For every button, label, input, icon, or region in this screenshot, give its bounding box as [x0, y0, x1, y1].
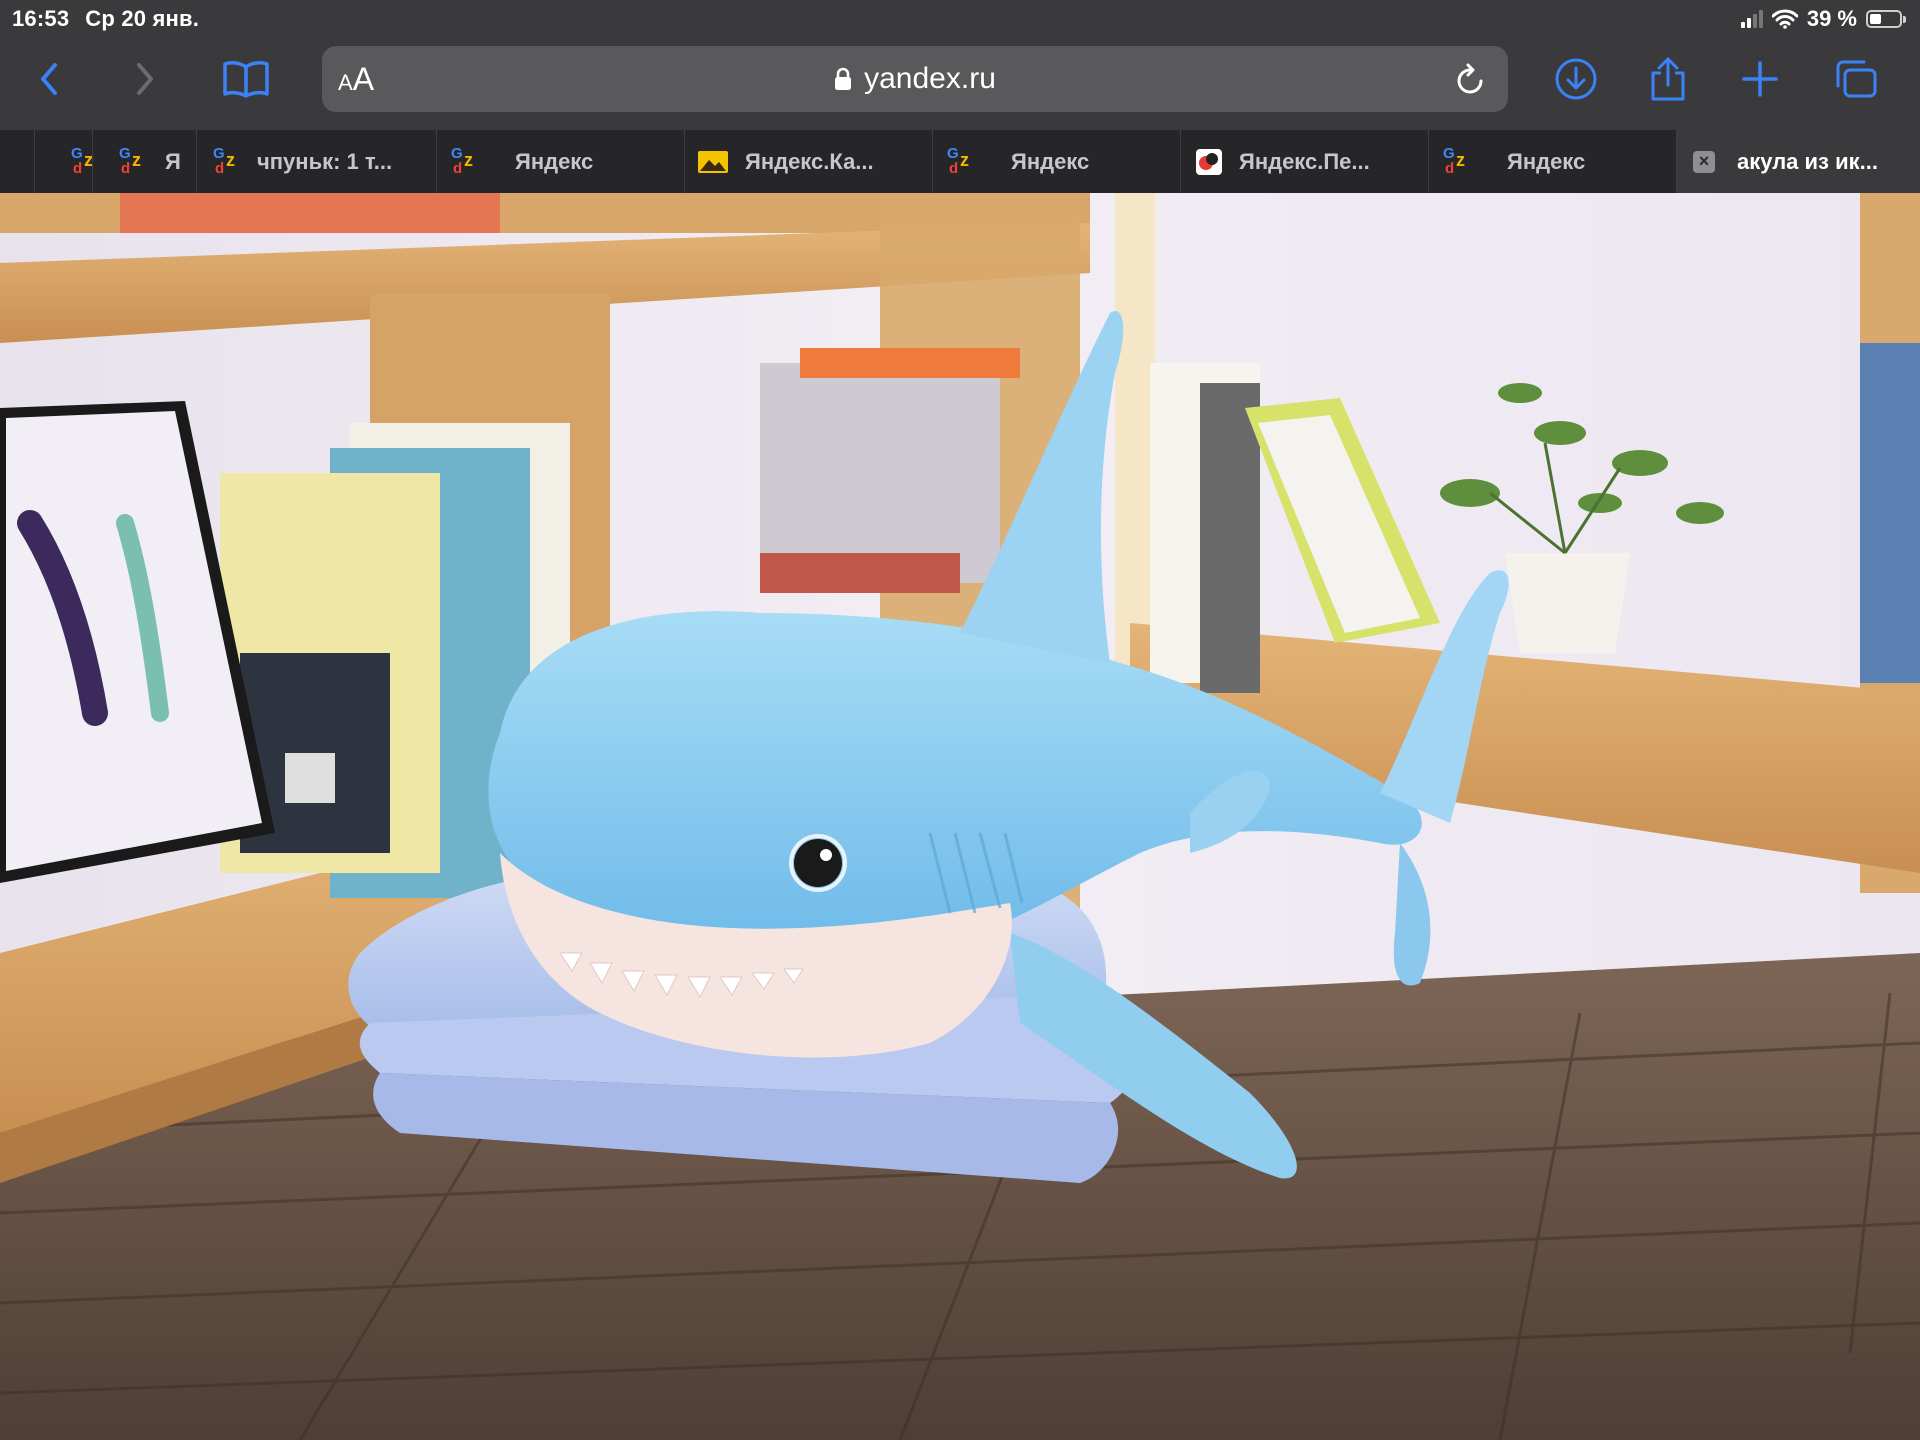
status-left: 16:53 Ср 20 янв.	[12, 6, 199, 32]
lock-icon	[835, 67, 852, 90]
url-text: yandex.ru	[864, 62, 996, 95]
tab-item[interactable]: Gzd чпуньк: 1 т...	[196, 130, 436, 193]
gz-favicon: Gzd	[1443, 144, 1465, 177]
browser-toolbar: AA yandex.ru	[0, 38, 1920, 130]
status-bar: 16:53 Ср 20 янв. 39 %	[0, 0, 1920, 38]
back-button[interactable]	[18, 52, 82, 106]
close-icon[interactable]: ×	[1693, 150, 1715, 173]
tab-label: Яндекс	[1507, 148, 1586, 174]
tab-label: Яндекс	[515, 148, 594, 174]
yandex-translate-favicon	[1196, 148, 1222, 175]
reload-button[interactable]	[1448, 56, 1494, 102]
wifi-icon	[1771, 9, 1798, 29]
share-button[interactable]	[1636, 52, 1700, 106]
bookmarks-icon	[223, 61, 269, 98]
cellular-signal-icon	[1740, 10, 1763, 28]
tab-label: акула из ик...	[1737, 148, 1878, 174]
address-bar[interactable]: AA yandex.ru	[322, 46, 1508, 112]
tab-label: Яндекс.Ка...	[745, 148, 874, 174]
status-right: 39 %	[1740, 6, 1906, 32]
tab-label: чпуньк: 1 т...	[257, 148, 393, 174]
bookmarks-button[interactable]	[214, 52, 278, 106]
tab-bar: Gzd Gzd Я Gzd чпуньк: 1 т... Gzd Яндекс …	[0, 130, 1920, 193]
back-icon	[41, 63, 57, 95]
tab-item[interactable]: Яндекс.Пе...	[1180, 130, 1428, 193]
gz-favicon: Gzd	[213, 144, 235, 177]
tab-item[interactable]: Gzd Я	[92, 130, 196, 193]
tab-label: Яндекс	[1011, 148, 1090, 174]
new-tab-icon	[1742, 61, 1778, 97]
tabs-overview-button[interactable]	[1824, 52, 1888, 106]
tab-item[interactable]: Gzd Яндекс	[1428, 130, 1676, 193]
battery-percent: 39 %	[1806, 6, 1857, 31]
gz-favicon: Gzd	[451, 144, 473, 177]
tabs-overview-icon	[1836, 60, 1877, 98]
tab-item-active[interactable]: × акула из ик...	[1676, 130, 1920, 193]
page-image[interactable]	[0, 193, 1920, 1440]
new-tab-button[interactable]	[1728, 52, 1792, 106]
forward-button[interactable]	[112, 52, 176, 106]
yandex-images-favicon	[698, 150, 728, 173]
tab-item[interactable]: Gzd	[34, 130, 92, 193]
forward-icon	[137, 63, 153, 95]
battery-icon	[1866, 10, 1906, 28]
tab-item[interactable]: Gzd Яндекс	[436, 130, 684, 193]
tab-label: Яндекс.Пе...	[1239, 148, 1370, 174]
status-date: Ср 20 янв.	[85, 6, 200, 31]
tab-item[interactable]: Яндекс.Ка...	[684, 130, 932, 193]
reload-icon	[1457, 63, 1483, 94]
shark-plush-photo	[0, 193, 1920, 1440]
download-icon	[1555, 58, 1597, 100]
gz-favicon: Gzd	[71, 144, 92, 177]
url-display[interactable]: yandex.ru	[322, 62, 1508, 96]
status-time: 16:53	[12, 6, 70, 31]
tab-item[interactable]: Gzd Яндекс	[932, 130, 1180, 193]
gz-favicon: Gzd	[947, 144, 969, 177]
tab-label: Я	[165, 148, 181, 174]
downloads-button[interactable]	[1544, 52, 1608, 106]
gz-favicon: Gzd	[119, 144, 141, 177]
share-icon	[1651, 57, 1685, 101]
